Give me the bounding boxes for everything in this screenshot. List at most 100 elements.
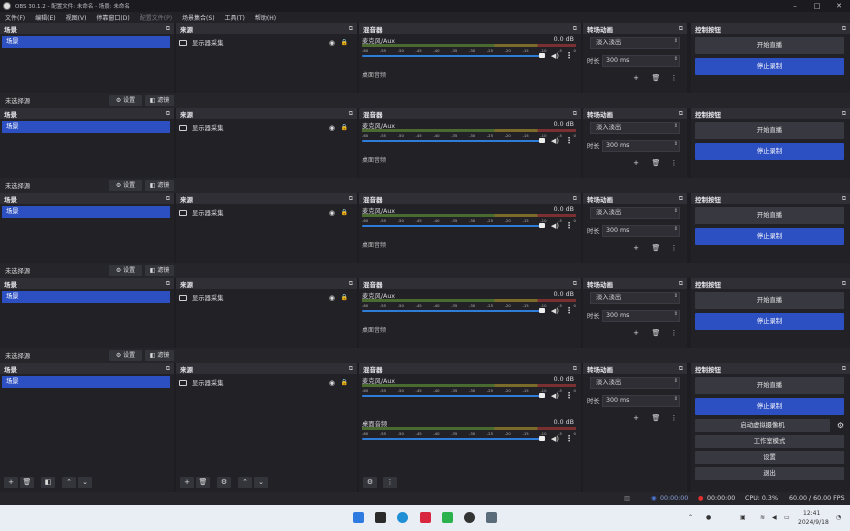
duration-input[interactable]: 300 ms — [602, 140, 680, 152]
more-options-icon[interactable]: ⋮ — [565, 391, 573, 400]
source-list-item[interactable]: 显示器采集 ◉ 🔒 — [179, 292, 353, 303]
menu-docks[interactable]: 停靠窗口(D) — [95, 13, 129, 22]
virtual-cam-settings-icon[interactable]: ⚙ — [837, 421, 844, 430]
more-options-icon[interactable]: ⋮ — [565, 306, 573, 315]
filters-button[interactable]: ◧ 滤镜 — [145, 350, 174, 361]
scene-list-item[interactable]: 场景 — [2, 36, 170, 48]
speaker-icon[interactable]: ◀) — [551, 137, 559, 145]
transition-select[interactable]: 淡入淡出 ⇕ — [586, 377, 684, 389]
remove-transition-icon[interactable]: 🗑 — [649, 328, 663, 339]
stop-record-button[interactable]: 停止录制 — [695, 398, 844, 415]
scene-filters-icon[interactable]: ◧ — [41, 477, 55, 488]
stop-record-button[interactable]: 停止录制 — [695, 58, 844, 75]
float-icon[interactable]: ⧉ — [679, 110, 683, 118]
spin-icon[interactable]: ⇕ — [674, 396, 678, 402]
transition-select[interactable]: 淡入淡出 ⇕ — [586, 292, 684, 304]
add-scene-icon[interactable]: + — [4, 477, 18, 488]
virtual-cam-button[interactable]: 启动虚拟摄像机 — [695, 419, 830, 432]
volume-slider[interactable] — [362, 55, 542, 57]
duration-input[interactable]: 300 ms — [602, 55, 680, 67]
volume-slider-handle[interactable] — [539, 138, 545, 143]
properties-button[interactable]: ⚙ 设置 — [109, 95, 142, 106]
transition-menu-icon[interactable]: ⋮ — [667, 413, 681, 424]
transition-type[interactable]: 淡入淡出 — [590, 37, 680, 49]
spin-icon[interactable]: ⇕ — [674, 56, 678, 62]
duration-input[interactable]: 300 ms — [602, 310, 680, 322]
remove-transition-icon[interactable]: 🗑 — [649, 73, 663, 84]
remove-transition-icon[interactable]: 🗑 — [649, 158, 663, 169]
app-window-icon[interactable] — [486, 512, 497, 523]
move-down-icon[interactable]: ⌄ — [78, 477, 92, 488]
more-options-icon[interactable]: ⋮ — [565, 434, 573, 443]
lock-icon[interactable]: 🔒 — [341, 124, 348, 131]
float-icon[interactable]: ⧉ — [573, 25, 577, 33]
visibility-eye-icon[interactable]: ◉ — [329, 379, 335, 387]
edge-icon[interactable] — [397, 512, 408, 523]
visibility-eye-icon[interactable]: ◉ — [329, 209, 335, 217]
transition-type[interactable]: 淡入淡出 — [590, 207, 680, 219]
properties-button[interactable]: ⚙ 设置 — [109, 180, 142, 191]
volume-slider-handle[interactable] — [539, 436, 545, 441]
transition-select[interactable]: 淡入淡出 ⇕ — [586, 37, 684, 49]
float-icon[interactable]: ⧉ — [573, 195, 577, 203]
transition-menu-icon[interactable]: ⋮ — [667, 158, 681, 169]
volume-slider-handle[interactable] — [539, 53, 545, 58]
volume-slider[interactable] — [362, 395, 542, 397]
transition-menu-icon[interactable]: ⋮ — [667, 243, 681, 254]
menu-view[interactable]: 视图(V) — [65, 13, 87, 22]
float-icon[interactable]: ⧉ — [349, 195, 353, 203]
volume-slider[interactable] — [362, 140, 542, 142]
menu-help[interactable]: 帮助(H) — [254, 13, 276, 22]
duration-input[interactable]: 300 ms — [602, 225, 680, 237]
settings-button[interactable]: 设置 — [695, 451, 844, 464]
float-icon[interactable]: ⧉ — [166, 280, 170, 288]
start-icon[interactable] — [353, 512, 364, 523]
spin-icon[interactable]: ⇕ — [674, 141, 678, 147]
lock-icon[interactable]: 🔒 — [341, 294, 348, 301]
speaker-icon[interactable]: ◀) — [551, 222, 559, 230]
transition-menu-icon[interactable]: ⋮ — [667, 328, 681, 339]
tray-recording-icon[interactable]: ▣ — [740, 514, 746, 521]
add-transition-icon[interactable]: + — [629, 158, 643, 169]
source-list-item[interactable]: 显示器采集 ◉ 🔒 — [179, 377, 353, 388]
float-icon[interactable]: ⧉ — [573, 280, 577, 288]
visibility-eye-icon[interactable]: ◉ — [329, 294, 335, 302]
spin-icon[interactable]: ⇕ — [674, 378, 678, 384]
terminal-icon[interactable] — [375, 512, 386, 523]
float-icon[interactable]: ⧉ — [679, 195, 683, 203]
lock-icon[interactable]: 🔒 — [341, 379, 348, 386]
stop-record-button[interactable]: 停止录制 — [695, 228, 844, 245]
transition-type[interactable]: 淡入淡出 — [590, 377, 680, 389]
properties-button[interactable]: ⚙ 设置 — [109, 350, 142, 361]
more-options-icon[interactable]: ⋮ — [565, 136, 573, 145]
transition-menu-icon[interactable]: ⋮ — [667, 73, 681, 84]
stop-record-button[interactable]: 停止录制 — [695, 313, 844, 330]
source-settings-icon[interactable]: ⚙ — [217, 477, 231, 488]
lock-icon[interactable]: 🔒 — [341, 209, 348, 216]
transition-select[interactable]: 淡入淡出 ⇕ — [586, 122, 684, 134]
filters-button[interactable]: ◧ 滤镜 — [145, 95, 174, 106]
menu-edit[interactable]: 编辑(E) — [34, 13, 55, 22]
float-icon[interactable]: ⧉ — [166, 25, 170, 33]
maximize-icon[interactable]: □ — [806, 0, 828, 12]
notification-icon[interactable]: ◔ — [836, 514, 841, 521]
wifi-icon[interactable]: ≋ — [760, 514, 765, 521]
tray-mic-icon[interactable]: ● — [706, 514, 711, 521]
speaker-icon[interactable]: ◀) — [551, 435, 559, 443]
remove-scene-icon[interactable]: 🗑 — [20, 477, 34, 488]
clock-date[interactable]: 2024/9/18 — [798, 519, 829, 526]
float-icon[interactable]: ⧉ — [349, 280, 353, 288]
filters-button[interactable]: ◧ 滤镜 — [145, 180, 174, 191]
volume-slider[interactable] — [362, 438, 542, 440]
transition-type[interactable]: 淡入淡出 — [590, 292, 680, 304]
float-icon[interactable]: ⧉ — [573, 110, 577, 118]
spin-icon[interactable]: ⇕ — [674, 208, 678, 214]
start-stream-button[interactable]: 开始直播 — [695, 292, 844, 309]
speaker-icon[interactable]: ◀) — [551, 52, 559, 60]
more-options-icon[interactable]: ⋮ — [565, 221, 573, 230]
volume-slider[interactable] — [362, 225, 542, 227]
scene-list-item[interactable]: 场景 — [2, 291, 170, 303]
add-transition-icon[interactable]: + — [629, 73, 643, 84]
volume-slider-handle[interactable] — [539, 393, 545, 398]
stop-record-button[interactable]: 停止录制 — [695, 143, 844, 160]
